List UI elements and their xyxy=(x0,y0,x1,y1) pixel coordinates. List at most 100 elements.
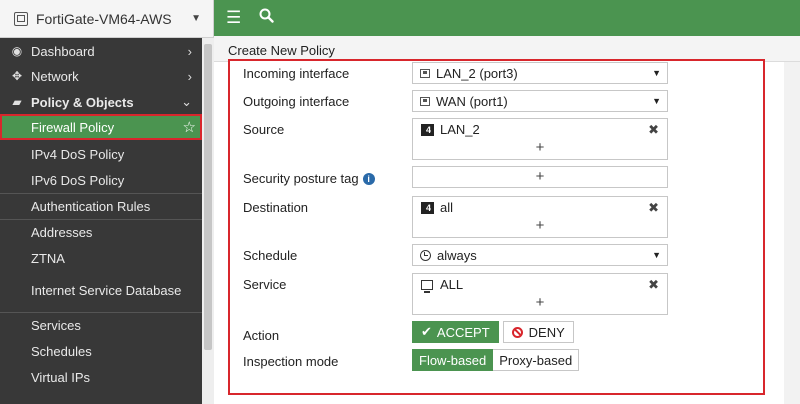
sidebar-item-label: Network xyxy=(31,68,79,84)
inspection-mode-label: Inspection mode xyxy=(243,354,339,369)
source-label: Source xyxy=(243,122,285,137)
sidebar-item-schedules[interactable]: Schedules xyxy=(0,338,202,364)
add-posture-tag-icon[interactable]: + xyxy=(413,168,667,185)
sidebar-item-policy-objects[interactable]: ▰ Policy & Objects ⌄ xyxy=(0,89,202,115)
security-posture-tag-field[interactable]: + xyxy=(412,166,668,188)
security-posture-tag-label: Security posture tag i xyxy=(243,171,375,186)
caret-down-icon: ▼ xyxy=(652,68,661,78)
star-icon[interactable]: ☆ xyxy=(183,118,196,136)
sidebar-item-label: Virtual IPs xyxy=(31,369,91,385)
caret-down-icon: ▼ xyxy=(652,96,661,106)
sidebar-item-services[interactable]: Services xyxy=(0,312,202,338)
service-field[interactable]: ALL ✖ + xyxy=(412,273,668,315)
remove-destination-icon[interactable]: ✖ xyxy=(648,200,659,216)
top-bar: ☰ xyxy=(214,0,800,36)
incoming-interface-label: Incoming interface xyxy=(243,66,350,81)
proxy-based-button[interactable]: Proxy-based xyxy=(493,349,580,371)
destination-field[interactable]: 4 all ✖ + xyxy=(412,196,668,238)
service-icon xyxy=(421,279,433,293)
sidebar-item-label: Addresses xyxy=(31,225,93,240)
chevron-down-icon: ⌄ xyxy=(181,94,192,109)
source-value: LAN_2 xyxy=(440,122,480,137)
source-field[interactable]: 4 LAN_2 ✖ + xyxy=(412,118,668,160)
sidebar: FortiGate-VM64-AWS ▼ ◉ Dashboard › ✥ Net… xyxy=(0,0,214,404)
sidebar-item-label: Schedules xyxy=(31,343,92,359)
action-toggle: ✔ ACCEPT DENY xyxy=(412,321,574,343)
device-selector[interactable]: FortiGate-VM64-AWS ▼ xyxy=(0,0,214,38)
sidebar-item-authentication-rules[interactable]: Authentication Rules xyxy=(0,193,202,219)
sidebar-item-label: ZTNA xyxy=(31,250,65,266)
accept-label: ACCEPT xyxy=(436,324,490,340)
sidebar-scrollbar-thumb[interactable] xyxy=(204,44,212,350)
sidebar-item-network[interactable]: ✥ Network › xyxy=(0,63,202,89)
sidebar-item-ipv6-dos-policy[interactable]: IPv6 DoS Policy xyxy=(0,167,202,193)
sidebar-item-addresses[interactable]: Addresses xyxy=(0,219,202,245)
check-icon: ✔ xyxy=(421,324,432,339)
port-icon xyxy=(420,68,430,78)
device-icon xyxy=(14,11,28,26)
menu-icon[interactable]: ☰ xyxy=(226,8,241,28)
incoming-interface-select[interactable]: LAN_2 (port3) ▼ xyxy=(412,62,668,84)
add-destination-icon[interactable]: + xyxy=(413,217,667,234)
sidebar-item-label: Dashboard xyxy=(31,43,95,59)
sidebar-item-label: IPv6 DoS Policy xyxy=(31,172,125,188)
remove-source-icon[interactable]: ✖ xyxy=(648,122,659,138)
outgoing-interface-label: Outgoing interface xyxy=(243,94,350,109)
incoming-interface-value: LAN_2 (port3) xyxy=(436,65,518,81)
sidebar-item-ipv4-dos-policy[interactable]: IPv4 DoS Policy xyxy=(0,141,202,167)
policy-form: Incoming interface LAN_2 (port3) ▼ Outgo… xyxy=(228,59,765,395)
service-label: Service xyxy=(243,277,287,292)
source-entry: 4 LAN_2 xyxy=(421,122,480,137)
schedule-value: always xyxy=(437,247,477,263)
accept-button[interactable]: ✔ ACCEPT xyxy=(412,321,499,343)
policy-icon: ▰ xyxy=(12,95,22,109)
caret-down-icon: ▼ xyxy=(191,13,201,24)
remove-service-icon[interactable]: ✖ xyxy=(648,277,659,293)
destination-label: Destination xyxy=(243,200,309,215)
inspection-mode-toggle: Flow-based Proxy-based xyxy=(412,349,580,371)
destination-value: all xyxy=(440,200,454,215)
page-title: Create New Policy xyxy=(228,43,335,58)
service-entry: ALL xyxy=(421,277,463,293)
schedule-label: Schedule xyxy=(243,248,298,263)
network-icon: ✥ xyxy=(11,69,23,83)
sidebar-item-label: Policy & Objects xyxy=(31,94,134,110)
action-label: Action xyxy=(243,328,280,343)
deny-icon xyxy=(511,326,523,338)
sidebar-item-firewall-policy[interactable]: Firewall Policy ☆ xyxy=(0,114,202,140)
schedule-select[interactable]: always ▼ xyxy=(412,244,668,266)
sidebar-item-label: IPv4 DoS Policy xyxy=(31,146,125,162)
dashboard-icon: ◉ xyxy=(11,44,23,58)
flow-based-button[interactable]: Flow-based xyxy=(412,349,494,371)
deny-button[interactable]: DENY xyxy=(502,321,574,343)
caret-down-icon: ▼ xyxy=(652,250,661,260)
address-icon: 4 xyxy=(421,123,434,136)
device-name: FortiGate-VM64-AWS xyxy=(36,10,172,27)
search-icon[interactable] xyxy=(259,8,274,28)
main-scrollbar[interactable] xyxy=(784,62,800,404)
flow-based-label: Flow-based xyxy=(419,352,487,368)
add-source-icon[interactable]: + xyxy=(413,139,667,156)
port-icon xyxy=(420,96,430,106)
sidebar-item-dashboard[interactable]: ◉ Dashboard › xyxy=(0,38,202,64)
proxy-based-label: Proxy-based xyxy=(499,352,573,368)
deny-label: DENY xyxy=(528,324,565,340)
sidebar-item-internet-service-database[interactable]: Internet Service Database xyxy=(0,272,202,308)
clock-icon xyxy=(420,249,431,261)
sidebar-item-virtual-ips[interactable]: Virtual IPs xyxy=(0,364,202,390)
address-icon: 4 xyxy=(421,201,434,214)
chevron-right-icon: › xyxy=(187,68,192,84)
destination-entry: 4 all xyxy=(421,200,453,215)
chevron-right-icon: › xyxy=(187,43,192,59)
sidebar-scrollbar[interactable] xyxy=(202,38,214,404)
sidebar-item-label: Services xyxy=(31,318,81,333)
security-posture-tag-text: Security posture tag xyxy=(243,171,359,186)
outgoing-interface-select[interactable]: WAN (port1) ▼ xyxy=(412,90,668,112)
add-service-icon[interactable]: + xyxy=(413,294,667,311)
outgoing-interface-value: WAN (port1) xyxy=(436,93,508,109)
info-icon[interactable]: i xyxy=(362,173,375,185)
sidebar-item-ztna[interactable]: ZTNA xyxy=(0,245,202,271)
sidebar-item-label: Authentication Rules xyxy=(31,199,151,214)
sidebar-item-label: Firewall Policy xyxy=(31,119,115,135)
sidebar-item-label: Internet Service Database xyxy=(31,282,182,298)
